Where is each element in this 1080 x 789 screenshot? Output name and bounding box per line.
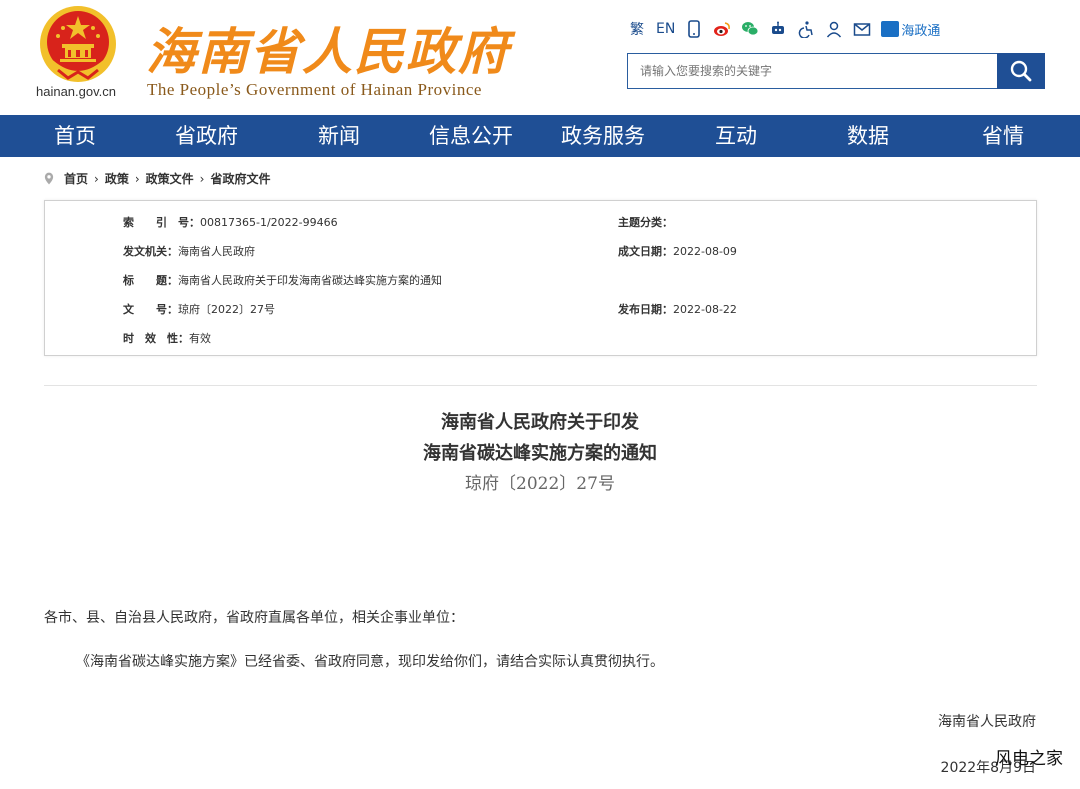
meta-issuer: 发文机关：海南省人民政府 <box>123 243 255 259</box>
breadcrumb-separator: › <box>199 171 205 186</box>
traditional-chinese-link[interactable]: 繁 <box>628 19 646 39</box>
meta-topic-label: 主题分类： <box>618 216 673 229</box>
breadcrumb-separator: › <box>134 171 140 186</box>
site-subtitle: The People’s Government of Hainan Provin… <box>147 80 482 99</box>
meta-topic: 主题分类： <box>618 214 673 230</box>
nav-item-interaction[interactable]: 互动 <box>715 115 757 157</box>
hainan-app-icon <box>881 21 900 37</box>
weibo-icon[interactable] <box>713 19 731 39</box>
site-title[interactable]: 海南省人民政府 <box>146 12 510 84</box>
meta-title-value: 海南省人民政府关于印发海南省碳达峰实施方案的通知 <box>178 274 442 287</box>
meta-written-date-value: 2022-08-09 <box>673 245 737 258</box>
nav-item-province-info[interactable]: 省情 <box>982 115 1024 157</box>
watermark-text: 风电之家 <box>995 749 1063 769</box>
nav-item-information-disclosure[interactable]: 信息公开 <box>429 115 513 157</box>
document-body-paragraph: 《海南省碳达峰实施方案》已经省委、省政府同意，现印发给你们，请结合实际认真贯彻执… <box>76 654 664 670</box>
meta-document-number-label: 文 号： <box>123 303 178 316</box>
meta-issuer-value: 海南省人民政府 <box>178 245 255 258</box>
search-box <box>627 53 997 89</box>
meta-document-number: 文 号：琼府〔2022〕27号 <box>123 301 275 317</box>
wechat-icon[interactable] <box>741 19 759 39</box>
meta-publish-date-label: 发布日期： <box>618 303 673 316</box>
nav-item-home[interactable]: 首页 <box>54 115 96 157</box>
nav-item-news[interactable]: 新闻 <box>318 115 360 157</box>
search-icon <box>1010 60 1032 82</box>
accessibility-icon[interactable] <box>797 19 815 39</box>
document-signer: 海南省人民政府 <box>938 714 1036 730</box>
english-link[interactable]: EN <box>656 19 675 39</box>
nav-item-provincial-government[interactable]: 省政府 <box>175 115 238 157</box>
document-title-line-1: 海南省人民政府关于印发 <box>441 412 639 433</box>
hainan-app-label: 海政通 <box>901 23 941 39</box>
hainan-app-link[interactable]: 海政通 <box>881 20 940 39</box>
main-nav: 首页 省政府 新闻 信息公开 政务服务 互动 数据 省情 <box>0 115 1080 157</box>
meta-index-label: 索 引 号： <box>123 216 200 229</box>
breadcrumb-separator: › <box>94 171 99 186</box>
document-metadata-box: 索 引 号：00817365-1/2022-99466 主题分类： 发文机关：海… <box>44 200 1037 356</box>
breadcrumb-home[interactable]: 首页 <box>64 170 88 187</box>
meta-index: 索 引 号：00817365-1/2022-99466 <box>123 214 338 230</box>
domain-text: hainan.gov.cn <box>36 84 116 99</box>
meta-validity-label: 时 效 性： <box>123 332 189 345</box>
national-emblem-icon[interactable] <box>38 4 118 84</box>
meta-publish-date: 发布日期：2022-08-22 <box>618 301 737 317</box>
breadcrumb-policy-documents[interactable]: 政策文件 <box>146 170 194 187</box>
document-title-line-2: 海南省碳达峰实施方案的通知 <box>423 443 657 464</box>
meta-index-value: 00817365-1/2022-99466 <box>200 216 338 229</box>
mobile-icon[interactable] <box>685 19 703 39</box>
breadcrumb: 首页 › 政策 › 政策文件 › 省政府文件 <box>44 170 271 187</box>
user-icon[interactable] <box>825 19 843 39</box>
site-header: hainan.gov.cn 海南省人民政府 The People’s Gover… <box>0 0 1080 115</box>
document-salutation: 各市、县、自治县人民政府，省政府直属各单位，相关企事业单位： <box>44 610 464 626</box>
robot-icon[interactable] <box>769 19 787 39</box>
meta-publish-date-value: 2022-08-22 <box>673 303 737 316</box>
meta-issuer-label: 发文机关： <box>123 245 178 258</box>
meta-title-label: 标 题： <box>123 274 178 287</box>
document-number: 琼府〔2022〕27号 <box>465 474 615 494</box>
breadcrumb-policy[interactable]: 政策 <box>105 170 129 187</box>
meta-title: 标 题：海南省人民政府关于印发海南省碳达峰实施方案的通知 <box>123 272 442 288</box>
nav-item-data[interactable]: 数据 <box>847 115 889 157</box>
search-button[interactable] <box>997 53 1045 89</box>
meta-document-number-value: 琼府〔2022〕27号 <box>178 303 275 316</box>
content-divider <box>44 385 1037 386</box>
meta-validity: 时 效 性：有效 <box>123 330 211 346</box>
search-input[interactable] <box>628 54 997 88</box>
header-toolbar: 繁 EN 海政通 <box>628 18 940 40</box>
meta-written-date: 成文日期：2022-08-09 <box>618 243 737 259</box>
location-pin-icon <box>44 172 54 185</box>
mail-icon[interactable] <box>853 19 871 39</box>
breadcrumb-provincial-documents[interactable]: 省政府文件 <box>210 170 270 187</box>
meta-validity-value: 有效 <box>189 332 211 345</box>
meta-written-date-label: 成文日期： <box>618 245 673 258</box>
nav-item-government-services[interactable]: 政务服务 <box>561 115 645 157</box>
